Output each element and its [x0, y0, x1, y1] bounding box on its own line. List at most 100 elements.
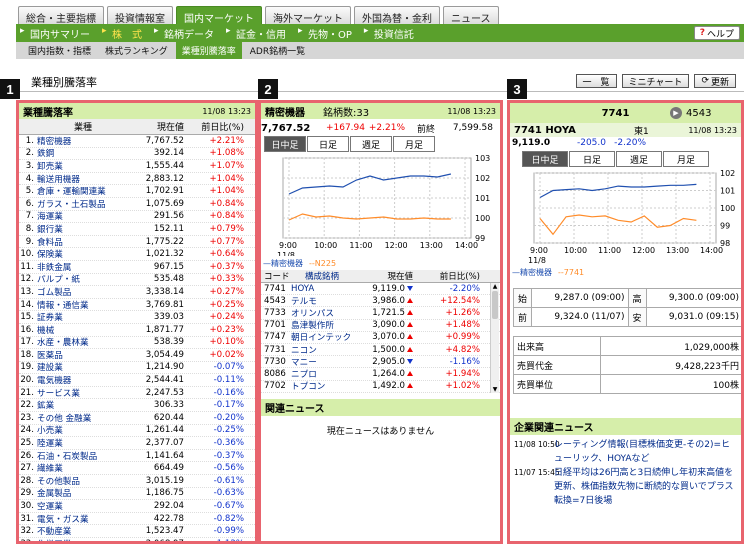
row-stock-link[interactable]: オリンパス [291, 307, 353, 319]
table-row[interactable]: 23. その他 金融業 620.44 -0.20% [19, 412, 255, 425]
table-row[interactable]: 12. パルプ・紙 535.48 +0.33% [19, 274, 255, 287]
row-sector-link[interactable]: 輸送用機器 [37, 173, 129, 185]
table-row[interactable]: 7. 海運業 291.56 +0.84% [19, 211, 255, 224]
table-row[interactable]: 18. 医薬品 3,054.49 +0.02% [19, 349, 255, 362]
row-stock-link[interactable]: ニコン [291, 344, 353, 356]
table-row[interactable]: 5. 倉庫・運輸関連業 1,702.91 +1.04% [19, 185, 255, 198]
row-sector-link[interactable]: 空運業 [37, 500, 129, 512]
table-row[interactable]: 7701 島津製作所 3,090.0 +1.48% [261, 320, 500, 332]
row-sector-link[interactable]: 電気・ガス業 [37, 513, 129, 525]
table-row[interactable]: 4543 テルモ 3,986.0 +12.54% [261, 295, 500, 308]
table-row[interactable]: 26. 石油・石炭製品 1,141.64 -0.37% [19, 450, 255, 463]
sub-nav-item-2[interactable]: 銘柄データ [150, 26, 222, 41]
table-row[interactable]: 7702 トプコン 1,492.0 +1.02% [261, 381, 500, 393]
row-sector-link[interactable]: 機械 [37, 324, 129, 336]
top-tab-2[interactable]: 国内マーケット [176, 6, 262, 25]
row-sector-link[interactable]: 陸運業 [37, 437, 129, 449]
row-stock-link[interactable]: マニー [291, 356, 353, 368]
refresh-button[interactable]: ⟳ 更新 [694, 74, 736, 88]
tab-intraday[interactable]: 日中足 [264, 136, 306, 152]
tab-weekly[interactable]: 週足 [350, 136, 392, 152]
table-row[interactable]: 7730 マニー 2,905.0 -1.16% [261, 356, 500, 369]
row-sector-link[interactable]: 鉄鋼 [37, 147, 129, 159]
row-sector-link[interactable]: 非鉄金属 [37, 261, 129, 273]
table-row[interactable]: 2. 鉄鋼 392.14 +1.08% [19, 148, 255, 161]
table-row[interactable]: 30. 空運業 292.04 -0.67% [19, 500, 255, 513]
scroll-down-icon[interactable]: ▼ [491, 386, 499, 393]
top-tab-5[interactable]: ニュース [443, 6, 499, 25]
row-stock-link[interactable]: HOYA [291, 284, 353, 294]
row-sector-link[interactable]: 石油・石炭製品 [37, 450, 129, 462]
sub-sub-nav-item-2[interactable]: 業種別騰落率 [175, 42, 242, 59]
table-row[interactable]: 21. サービス業 2,247.53 -0.16% [19, 387, 255, 400]
row-sector-link[interactable]: 繊維業 [37, 462, 129, 474]
next-stock-link[interactable]: ▶ 4543 [670, 107, 711, 119]
table-row[interactable]: 10. 保険業 1,021.32 +0.64% [19, 248, 255, 261]
row-stock-link[interactable]: ニプロ [291, 368, 353, 380]
scroll-thumb[interactable] [492, 291, 498, 319]
row-sector-link[interactable]: 電気機器 [37, 374, 129, 386]
row-stock-link[interactable]: トプコン [291, 380, 353, 392]
row-sector-link[interactable]: 海運業 [37, 210, 129, 222]
table-row[interactable]: 14. 情報・通信業 3,769.81 +0.25% [19, 299, 255, 312]
table-row[interactable]: 8086 ニプロ 1,264.0 +1.94% [261, 368, 500, 381]
sub-nav-item-0[interactable]: 国内サマリー [16, 26, 98, 41]
row-sector-link[interactable]: 化学工業 [37, 538, 129, 541]
table-row[interactable]: 1. 精密機器 7,767.52 +2.21% [19, 135, 255, 148]
table-row[interactable]: 25. 陸運業 2,377.07 -0.36% [19, 437, 255, 450]
table-row[interactable]: 29. 金属製品 1,186.75 -0.63% [19, 488, 255, 501]
row-sector-link[interactable]: 情報・通信業 [37, 299, 129, 311]
tab-weekly[interactable]: 週足 [616, 151, 662, 167]
row-sector-link[interactable]: 鉱業 [37, 399, 129, 411]
row-sector-link[interactable]: その他製品 [37, 475, 129, 487]
table-row[interactable]: 17. 水産・農林業 538.39 +0.10% [19, 337, 255, 350]
table-row[interactable]: 28. その他製品 3,015.19 -0.61% [19, 475, 255, 488]
tab-intraday[interactable]: 日中足 [522, 151, 568, 167]
sub-nav-item-5[interactable]: 投資信託 [360, 26, 422, 41]
table-row[interactable]: 11. 非鉄金属 967.15 +0.37% [19, 261, 255, 274]
top-tab-3[interactable]: 海外マーケット [265, 6, 351, 25]
row-sector-link[interactable]: ガラス・土石製品 [37, 198, 129, 210]
row-sector-link[interactable]: 不動産業 [37, 525, 129, 537]
row-sector-link[interactable]: 水産・農林業 [37, 336, 129, 348]
news-item[interactable]: 11/07 15:45 日経平均は26円高と3日続伸し年初来高値を更新、株価指数先… [510, 466, 741, 508]
news-headline-link[interactable]: レーティング情報(目標株価変更-その2)=ヒューリック、HOYAなど [554, 438, 734, 466]
row-sector-link[interactable]: 金属製品 [37, 487, 129, 499]
table-row[interactable]: 31. 電気・ガス業 422.78 -0.82% [19, 513, 255, 526]
tab-daily[interactable]: 日足 [307, 136, 349, 152]
tab-monthly[interactable]: 月足 [393, 136, 435, 152]
table-row[interactable]: 7731 ニコン 1,500.0 +4.82% [261, 344, 500, 357]
row-sector-link[interactable]: ゴム製品 [37, 286, 129, 298]
row-sector-link[interactable]: 銀行業 [37, 223, 129, 235]
mini-chart-button[interactable]: ミニチャート [621, 74, 690, 88]
row-sector-link[interactable]: 倉庫・運輸関連業 [37, 185, 129, 197]
help-button[interactable]: ? ヘルプ [693, 26, 740, 40]
news-headline-link[interactable]: 日経平均は26円高と3日続伸し年初来高値を更新、株価指数先物に断続的な買いでプラ… [554, 466, 734, 508]
row-sector-link[interactable]: 証券業 [37, 311, 129, 323]
top-tab-0[interactable]: 総合・主要指標 [18, 6, 104, 25]
table-row[interactable]: 7733 オリンパス 1,721.5 +1.26% [261, 307, 500, 320]
table-row[interactable]: 4. 輸送用機器 2,883.12 +1.04% [19, 173, 255, 186]
table-row[interactable]: 27. 繊維業 664.49 -0.56% [19, 462, 255, 476]
table-row[interactable]: 7747 朝日インテック 3,070.0 +0.99% [261, 332, 500, 344]
row-sector-link[interactable]: その他 金融業 [37, 412, 129, 424]
table-row[interactable]: 9. 食料品 1,775.22 +0.77% [19, 236, 255, 249]
table-row[interactable]: 3. 卸売業 1,555.44 +1.07% [19, 160, 255, 173]
table-row[interactable]: 6. ガラス・土石製品 1,075.69 +0.84% [19, 198, 255, 211]
table-row[interactable]: 7741 HOYA 9,119.0 -2.20% [261, 283, 500, 296]
list-button[interactable]: 一 覧 [575, 74, 617, 88]
row-stock-link[interactable]: 島津製作所 [291, 319, 353, 331]
table-row[interactable]: 20. 電気機器 2,544.41 -0.11% [19, 374, 255, 387]
sub-nav-item-4[interactable]: 先物・OP [294, 26, 360, 41]
sub-nav-item-3[interactable]: 証金・信用 [222, 26, 294, 41]
top-tab-1[interactable]: 投資情報室 [107, 6, 173, 25]
table-row[interactable]: 19. 建設業 1,214.90 -0.07% [19, 362, 255, 375]
tab-monthly[interactable]: 月足 [663, 151, 709, 167]
top-tab-4[interactable]: 外国為替・金利 [354, 6, 440, 25]
table-row[interactable]: 13. ゴム製品 3,338.14 +0.27% [19, 286, 255, 299]
table-row[interactable]: 16. 機械 1,871.77 +0.23% [19, 324, 255, 337]
row-sector-link[interactable]: サービス業 [37, 387, 129, 399]
tab-daily[interactable]: 日足 [569, 151, 615, 167]
row-stock-link[interactable]: テルモ [291, 295, 353, 307]
table-row[interactable]: 15. 証券業 339.03 +0.24% [19, 311, 255, 324]
